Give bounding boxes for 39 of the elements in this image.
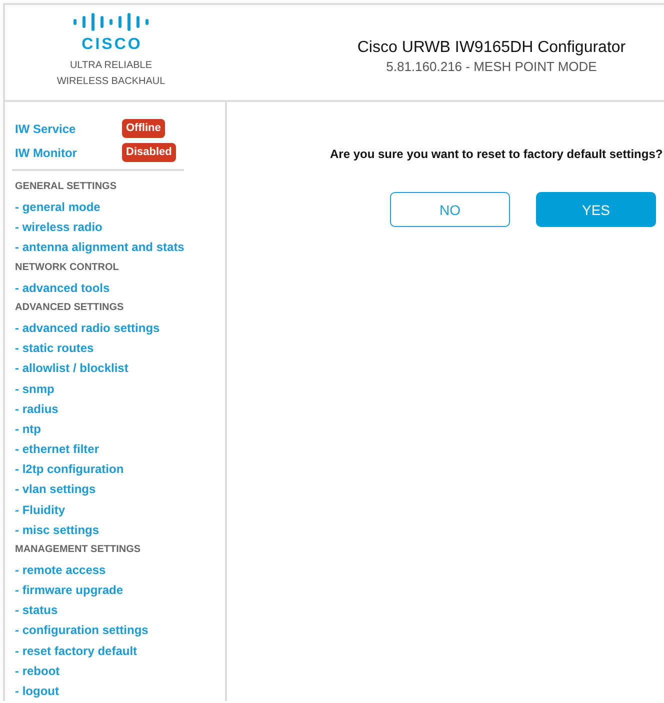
nav-link[interactable]: - misc settings <box>15 522 100 537</box>
app-title: Cisco URWB IW9165DH Configurator <box>357 38 626 57</box>
nav-link[interactable]: - ntp <box>15 422 41 436</box>
nav-link[interactable]: - l2tp configuration <box>15 462 124 476</box>
nav-link[interactable]: - radius <box>15 402 58 416</box>
section-heading: GENERAL SETTINGS <box>15 180 116 194</box>
section-heading: NETWORK CONTROL <box>15 260 119 275</box>
nav-link[interactable]: - reboot <box>15 664 60 678</box>
confirm-question: Are you sure you want to reset to factory default settings? <box>330 147 663 161</box>
nav-link[interactable]: - reset factory default <box>15 644 138 658</box>
nav-link[interactable]: - vlan settings <box>15 482 96 496</box>
nav-link[interactable]: - snmp <box>15 382 54 396</box>
logo-tagline: ULTRA RELIABLE <box>70 59 152 73</box>
nav-link[interactable]: - configuration settings <box>15 623 148 638</box>
nav-link[interactable]: - static routes <box>15 341 94 356</box>
state-badge: Offline <box>122 119 165 138</box>
app-subtitle: 5.81.160.216 - MESH POINT MODE <box>386 59 597 75</box>
confirm-button[interactable]: YES <box>536 192 656 227</box>
nav-link[interactable]: - wireless radio <box>15 220 102 234</box>
cancel-button[interactable]: NO <box>390 192 510 227</box>
section-heading: ADVANCED SETTINGS <box>15 300 124 315</box>
nav-link[interactable]: - advanced tools <box>15 280 110 295</box>
logo-tagline: WIRELESS BACKHAUL <box>56 75 166 89</box>
nav-link[interactable]: - ethernet filter <box>15 442 100 456</box>
nav-link[interactable]: - general mode <box>15 200 100 214</box>
nav-link[interactable]: - antenna alignment and stats <box>15 240 184 254</box>
nav-link[interactable]: - remote access <box>15 562 106 577</box>
nav-link[interactable]: - status <box>15 603 58 618</box>
nav-link[interactable]: - allowlist / blocklist <box>15 361 128 376</box>
service-name-link[interactable]: IW Monitor <box>15 146 77 160</box>
nav-link[interactable]: - advanced radio settings <box>15 321 160 336</box>
nav-link[interactable]: - firmware upgrade <box>15 583 124 598</box>
nav-link[interactable]: - logout <box>15 684 59 698</box>
nav-link[interactable]: - Fluidity <box>15 502 65 516</box>
logo-wordmark: CISCO <box>82 36 142 53</box>
service-name-link[interactable]: IW Service <box>15 122 76 136</box>
state-badge: Disabled <box>122 143 176 162</box>
section-heading: MANAGEMENT SETTINGS <box>15 542 141 557</box>
logo-icon <box>73 12 149 32</box>
